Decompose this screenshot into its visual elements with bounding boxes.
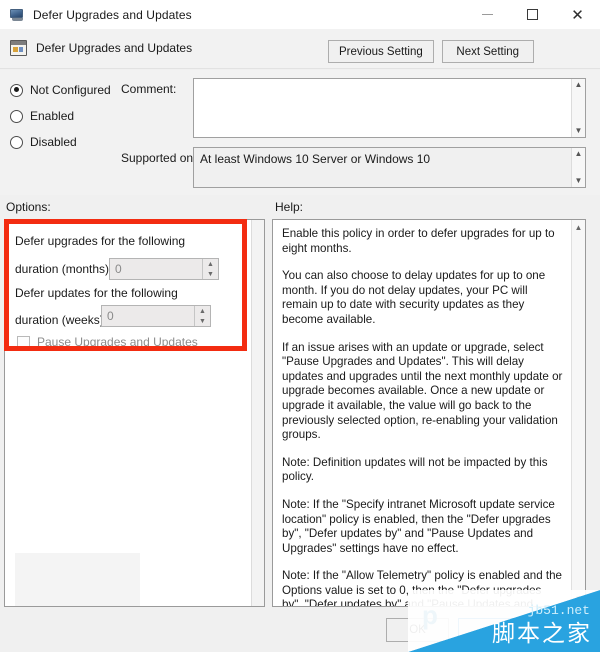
defer-upgrades-months-value: 0 xyxy=(115,262,122,276)
title-bar: Defer Upgrades and Updates ✕ xyxy=(0,0,600,29)
defer-upgrades-label-line2: duration (months): xyxy=(15,262,113,276)
radio-indicator-not-configured xyxy=(10,83,23,97)
comment-scrollbar[interactable]: ▲ ▼ xyxy=(571,79,585,137)
help-scrollbar[interactable]: ▲ ▼ xyxy=(571,220,585,606)
panel-artifact xyxy=(15,553,140,606)
comment-label: Comment: xyxy=(121,82,177,96)
close-icon[interactable]: ✕ xyxy=(555,0,600,29)
radio-enabled[interactable]: Enabled xyxy=(10,109,74,123)
radio-label-not-configured: Not Configured xyxy=(30,83,111,97)
radio-indicator-disabled xyxy=(10,135,23,149)
supported-on-value: At least Windows 10 Server or Windows 10 xyxy=(200,152,431,166)
options-section-label: Options: xyxy=(6,200,51,214)
help-paragraph: Enable this policy in order to defer upg… xyxy=(282,227,555,255)
help-paragraph: Note: If the "Specify intranet Microsoft… xyxy=(282,497,555,555)
radio-label-disabled: Disabled xyxy=(30,135,77,149)
comment-field[interactable]: ▲ ▼ xyxy=(193,78,586,138)
stepper-down-icon[interactable]: ▼ xyxy=(195,316,210,326)
defer-updates-label-line1: Defer updates for the following xyxy=(15,286,178,300)
scroll-up-icon[interactable]: ▲ xyxy=(572,223,585,232)
defer-upgrades-months-stepper[interactable]: 0 ▲ ▼ xyxy=(109,258,219,280)
supported-on-label: Supported on: xyxy=(121,151,197,165)
stepper-up-icon[interactable]: ▲ xyxy=(203,259,218,269)
checkbox-indicator xyxy=(17,335,30,349)
radio-label-enabled: Enabled xyxy=(30,109,75,123)
scroll-up-icon[interactable]: ▲ xyxy=(575,150,583,158)
radio-disabled[interactable]: Disabled xyxy=(10,135,77,149)
maximize-icon[interactable] xyxy=(510,0,555,29)
help-paragraph: Note: Definition updates will not be imp… xyxy=(282,455,548,484)
setting-nav-buttons: Previous Setting Next Setting xyxy=(328,40,534,63)
cancel-button[interactable] xyxy=(458,618,521,642)
help-paragraph: Note: If the "Allow Telemetry" policy is… xyxy=(282,569,562,607)
stepper-down-icon[interactable]: ▼ xyxy=(203,269,218,279)
group-policy-dialog: Defer Upgrades and Updates ✕ Defer Upgra… xyxy=(0,0,600,652)
options-scrollbar[interactable] xyxy=(251,220,264,606)
stepper-arrows[interactable]: ▲ ▼ xyxy=(194,306,210,326)
dialog-footer: OK xyxy=(0,607,600,652)
window-controls: ✕ xyxy=(465,0,600,29)
help-section-label: Help: xyxy=(275,200,304,214)
stepper-up-icon[interactable]: ▲ xyxy=(195,306,210,316)
scroll-down-icon[interactable]: ▼ xyxy=(575,177,583,185)
help-panel: Enable this policy in order to defer upg… xyxy=(272,219,586,607)
scroll-down-icon[interactable]: ▼ xyxy=(575,127,583,135)
pause-upgrades-checkbox-row[interactable]: Pause Upgrades and Updates xyxy=(17,335,198,349)
previous-setting-button[interactable]: Previous Setting xyxy=(328,40,434,63)
help-paragraph: If an issue arises with an update or upg… xyxy=(282,340,563,442)
help-text: Enable this policy in order to defer upg… xyxy=(273,220,573,606)
setting-title: Defer Upgrades and Updates xyxy=(36,41,193,55)
supported-on-scrollbar[interactable]: ▲ ▼ xyxy=(571,148,585,187)
ok-button[interactable]: OK xyxy=(386,618,449,642)
pause-upgrades-label: Pause Upgrades and Updates xyxy=(37,335,198,349)
defer-updates-weeks-stepper[interactable]: 0 ▲ ▼ xyxy=(101,305,211,327)
defer-updates-weeks-value: 0 xyxy=(107,309,114,323)
next-setting-button[interactable]: Next Setting xyxy=(441,40,534,63)
help-paragraph: You can also choose to delay updates for… xyxy=(282,269,546,326)
radio-indicator-enabled xyxy=(10,109,23,123)
apply-button[interactable] xyxy=(530,618,593,642)
minimize-icon[interactable] xyxy=(465,0,510,29)
defer-upgrades-label-line1: Defer upgrades for the following xyxy=(15,234,186,248)
scroll-up-icon[interactable]: ▲ xyxy=(575,81,583,89)
radio-not-configured[interactable]: Not Configured xyxy=(10,83,111,97)
policy-setting-icon xyxy=(10,40,27,56)
supported-on-field: At least Windows 10 Server or Windows 10… xyxy=(193,147,586,188)
policy-computer-icon xyxy=(9,7,25,23)
options-panel: Defer upgrades for the following duratio… xyxy=(4,219,265,607)
scroll-down-icon[interactable]: ▼ xyxy=(572,594,585,603)
stepper-arrows[interactable]: ▲ ▼ xyxy=(202,259,218,279)
window-title: Defer Upgrades and Updates xyxy=(33,7,192,22)
defer-updates-label-line2: duration (weeks): xyxy=(15,313,108,327)
